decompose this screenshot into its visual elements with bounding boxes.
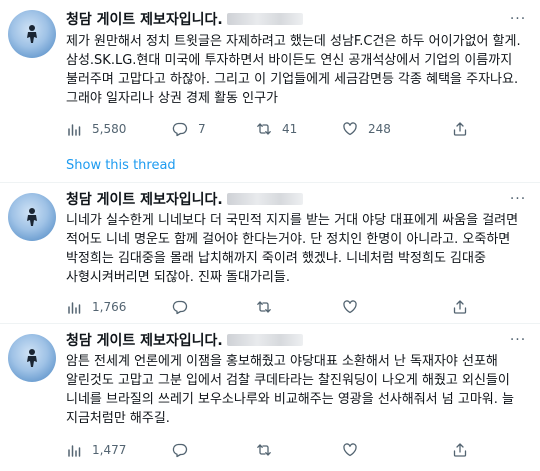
retweet-button[interactable]: 41 [256,120,297,138]
reply-icon [172,122,188,137]
like-button[interactable] [342,298,368,316]
views-icon [68,302,81,314]
retweet-count: 41 [282,122,298,136]
avatar[interactable] [8,334,56,382]
author-row: 청담 게이트 제보자입니다. [66,330,303,350]
tweet-text: 암튼 전세계 언론에게 이잼을 홍보해줬고 야당대표 소환해서 난 독재자야 선… [66,354,519,426]
more-icon: ··· [509,332,527,348]
avatar-figure-icon [27,208,37,226]
views-icon [68,445,81,457]
avatar[interactable] [8,10,56,58]
retweet-icon [257,123,271,135]
avatar-figure-icon [27,25,37,43]
views-count: 1,477 [92,443,127,457]
share-button[interactable] [452,120,478,138]
like-button[interactable]: 248 [342,120,391,138]
avatar-figure-icon [27,349,37,367]
action-bar: 5,580 7 41 248 [66,120,486,138]
views-button[interactable]: 1,477 [66,441,126,459]
more-button[interactable]: ··· [508,189,528,209]
tweet-text: 니네가 실수한게 니네보다 더 국민적 지지를 받는 거대 야당 대표에게 싸움… [66,213,523,285]
author-row: 청담 게이트 제보자입니다. [66,189,303,209]
tweet-1[interactable]: 청담 게이트 제보자입니다. ··· 제가 원만해서 정치 트윗글은 자제하려고… [0,0,540,182]
views-icon [68,124,81,136]
author-row: 청담 게이트 제보자입니다. [66,9,303,29]
reply-button[interactable]: 7 [172,120,206,138]
tweet-text: 제가 원만해서 정치 트윗글은 자제하려고 했는데 성남F.C건은 하두 어이가… [66,34,525,106]
action-bar: 1,477 [66,441,486,459]
share-button[interactable] [452,298,478,316]
reply-count: 7 [198,122,206,136]
author-name[interactable]: 청담 게이트 제보자입니다. [66,9,223,29]
share-icon [453,443,467,457]
share-icon [453,122,467,136]
views-count: 1,766 [92,300,127,314]
share-button[interactable] [452,441,478,459]
like-count: 248 [368,122,391,136]
retweet-button[interactable] [256,298,282,316]
views-button[interactable]: 1,766 [66,298,126,316]
tweet-2[interactable]: 청담 게이트 제보자입니다. ··· 니네가 실수한게 니네보다 더 국민적 지… [0,183,540,323]
blurred-handle [226,13,303,25]
action-bar: 1,766 [66,298,486,316]
blurred-handle [226,334,303,346]
reply-button[interactable] [172,441,198,459]
more-button[interactable]: ··· [508,330,528,350]
author-name[interactable]: 청담 게이트 제보자입니다. [66,330,223,350]
more-icon: ··· [509,191,527,207]
reply-icon [172,300,188,315]
reply-icon [172,443,188,458]
reply-button[interactable] [172,298,198,316]
blurred-handle [226,193,303,205]
like-icon [343,443,357,457]
show-thread-link[interactable]: Show this thread [66,158,176,173]
like-icon [343,122,357,136]
retweet-icon [257,444,271,456]
retweet-button[interactable] [256,441,282,459]
views-button[interactable]: 5,580 [66,120,126,138]
retweet-icon [257,301,271,313]
like-button[interactable] [342,441,368,459]
author-name[interactable]: 청담 게이트 제보자입니다. [66,189,223,209]
like-icon [343,300,357,314]
more-icon: ··· [509,11,527,27]
views-count: 5,580 [92,122,127,136]
avatar[interactable] [8,193,56,241]
share-icon [453,300,467,314]
tweet-3[interactable]: 청담 게이트 제보자입니다. ··· 암튼 전세계 언론에게 이잼을 홍보해줬고… [0,324,540,471]
more-button[interactable]: ··· [508,9,528,29]
